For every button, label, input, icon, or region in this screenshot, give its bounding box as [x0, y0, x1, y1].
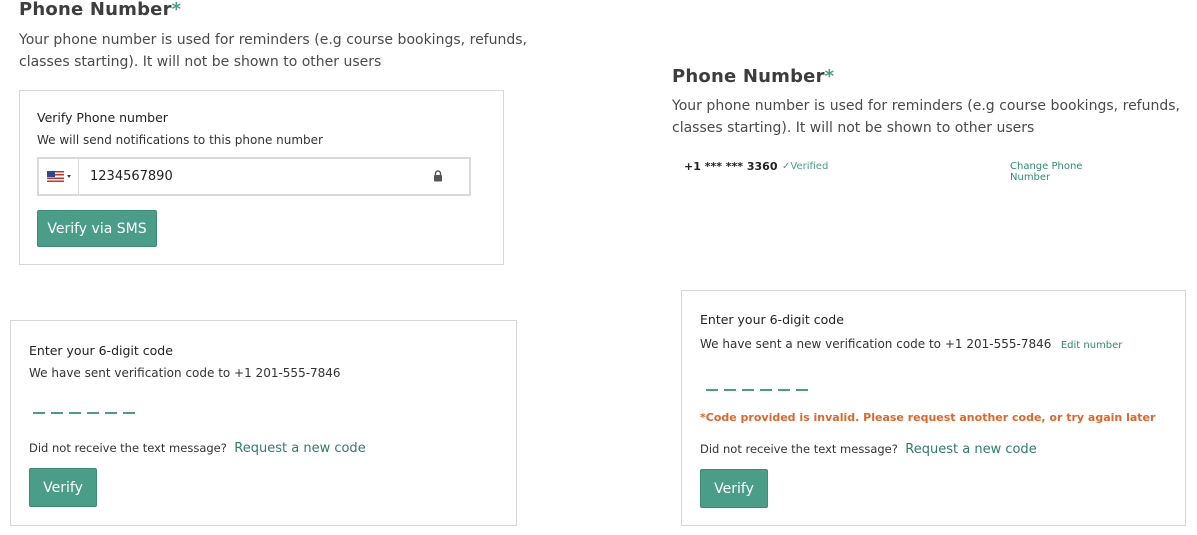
- verified-badge: ✓Verified: [782, 161, 828, 172]
- code-digit-slot: [123, 412, 135, 414]
- chevron-down-icon: [66, 175, 71, 178]
- verify-card-subtitle: We will send notifications to this phone…: [37, 133, 323, 147]
- request-new-code-link[interactable]: Request a new code: [905, 442, 1036, 457]
- resend-row: Did not receive the text message? Reques…: [700, 440, 1037, 458]
- code-digit-slot: [105, 412, 117, 414]
- code-digit-slot: [724, 389, 736, 391]
- code-digit-slot: [742, 389, 754, 391]
- code-error-message: *Code provided is invalid. Please reques…: [700, 411, 1156, 424]
- change-phone-number-link[interactable]: Change Phone Number: [1010, 161, 1124, 183]
- verify-card-title: Verify Phone number: [37, 110, 168, 125]
- phone-description-right: Your phone number is used for reminders …: [672, 98, 1180, 136]
- code-digit-slot: [33, 412, 45, 414]
- code-card-title: Enter your 6-digit code: [700, 312, 844, 327]
- verified-phone-row: +1 *** *** 3360 ✓Verified Change Phone N…: [684, 159, 1124, 183]
- request-new-code-link[interactable]: Request a new code: [234, 441, 365, 456]
- code-card-subtitle-row: We have sent a new verification code to …: [700, 335, 1122, 353]
- required-marker: *: [824, 66, 835, 87]
- verify-phone-card: Verify Phone number We will send notific…: [19, 90, 504, 265]
- masked-phone-number: +1 *** *** 3360: [684, 160, 778, 173]
- code-digit-slot: [706, 389, 718, 391]
- page-title-text: Phone Number: [672, 66, 825, 87]
- resend-row: Did not receive the text message? Reques…: [29, 439, 366, 457]
- code-input[interactable]: [33, 412, 135, 414]
- lock-icon: [434, 170, 442, 182]
- page-title-text: Phone Number: [19, 0, 172, 20]
- page-title-right: Phone Number*: [672, 66, 834, 87]
- code-entry-card-right: Enter your 6-digit code We have sent a n…: [681, 290, 1186, 526]
- resend-help-text: Did not receive the text message?: [700, 442, 898, 456]
- code-digit-slot: [760, 389, 772, 391]
- resend-help-text: Did not receive the text message?: [29, 441, 227, 455]
- us-flag-icon: [46, 171, 64, 182]
- code-digit-slot: [87, 412, 99, 414]
- code-digit-slot: [51, 412, 63, 414]
- required-marker: *: [171, 0, 182, 20]
- code-entry-card-left: Enter your 6-digit code We have sent ver…: [10, 320, 517, 526]
- verify-button[interactable]: Verify: [29, 468, 97, 507]
- code-card-title: Enter your 6-digit code: [29, 343, 173, 358]
- phone-description: Your phone number is used for reminders …: [19, 32, 527, 70]
- code-digit-slot: [69, 412, 81, 414]
- phone-input-group: 1234567890: [37, 157, 471, 196]
- edit-number-link[interactable]: Edit number: [1061, 340, 1123, 351]
- verify-sms-button[interactable]: Verify via SMS: [37, 210, 157, 247]
- code-card-subtitle: We have sent a new verification code to …: [700, 337, 1052, 351]
- code-digit-slot: [796, 389, 808, 391]
- code-input[interactable]: [706, 389, 808, 391]
- phone-input[interactable]: 1234567890: [90, 169, 173, 184]
- verified-label: Verified: [790, 161, 829, 172]
- verify-button[interactable]: Verify: [700, 469, 768, 508]
- page-title: Phone Number*: [19, 0, 181, 20]
- code-digit-slot: [778, 389, 790, 391]
- country-selector[interactable]: [39, 159, 79, 194]
- code-card-subtitle: We have sent verification code to +1 201…: [29, 366, 341, 380]
